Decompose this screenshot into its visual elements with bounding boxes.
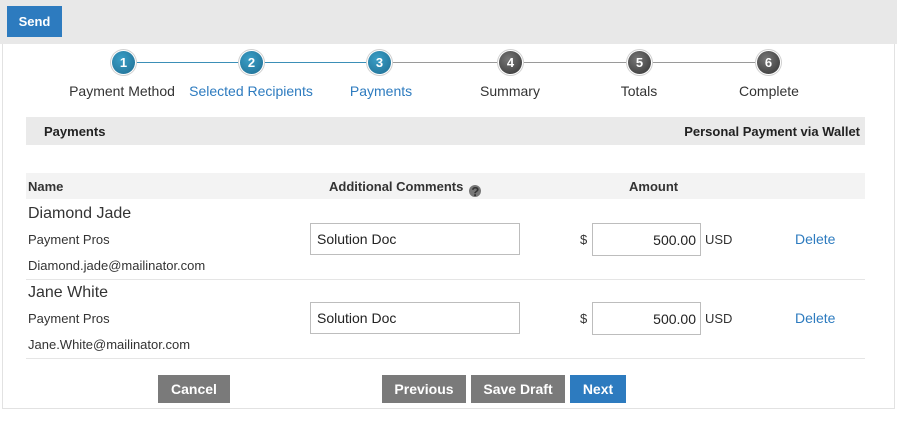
save-draft-button[interactable]: Save Draft bbox=[471, 375, 565, 403]
step-2-label[interactable]: Selected Recipients bbox=[176, 83, 326, 99]
recipient-email: Diamond.jade@mailinator.com bbox=[28, 258, 206, 273]
delete-link[interactable]: Delete bbox=[795, 310, 835, 326]
step-4-circle: 4 bbox=[499, 51, 522, 74]
table-row: Jane White Payment Pros Jane.White@maili… bbox=[26, 279, 865, 359]
comment-input[interactable] bbox=[310, 302, 520, 334]
currency-symbol: $ bbox=[580, 311, 588, 326]
top-toolbar: Send bbox=[0, 0, 897, 44]
recipient-company: Payment Pros bbox=[28, 311, 110, 326]
recipient-company: Payment Pros bbox=[28, 232, 110, 247]
next-button[interactable]: Next bbox=[570, 375, 626, 403]
step-5-label: Totals bbox=[620, 83, 658, 99]
previous-button[interactable]: Previous bbox=[382, 375, 466, 403]
table-header: Name Additional Comments? Amount bbox=[26, 173, 865, 199]
column-header-comments: Additional Comments? bbox=[329, 179, 482, 199]
column-header-amount: Amount bbox=[629, 179, 679, 194]
currency-code: USD bbox=[705, 232, 733, 247]
payment-type-label: Personal Payment via Wallet bbox=[684, 124, 860, 139]
section-title: Payments bbox=[44, 124, 106, 139]
step-1-circle: 1 bbox=[112, 51, 135, 74]
recipient-name: Diamond Jade bbox=[28, 205, 132, 222]
amount-input[interactable] bbox=[592, 223, 701, 256]
cancel-button[interactable]: Cancel bbox=[158, 375, 230, 403]
step-6-label: Complete bbox=[739, 83, 799, 99]
step-4-label: Summary bbox=[480, 83, 540, 99]
send-button[interactable]: Send bbox=[7, 6, 62, 37]
column-header-comments-label: Additional Comments bbox=[329, 179, 464, 194]
recipient-name: Jane White bbox=[28, 284, 109, 301]
step-3-label: Payments bbox=[349, 83, 413, 99]
step-2-circle: 2 bbox=[240, 51, 263, 74]
section-header: Payments Personal Payment via Wallet bbox=[26, 117, 865, 145]
currency-code: USD bbox=[705, 311, 733, 326]
step-5-circle: 5 bbox=[628, 51, 651, 74]
comment-input[interactable] bbox=[310, 223, 520, 255]
step-3-circle: 3 bbox=[368, 51, 391, 74]
table-row: Diamond Jade Payment Pros Diamond.jade@m… bbox=[26, 200, 865, 280]
step-connector-pending bbox=[380, 62, 769, 63]
step-1-label: Payment Method bbox=[69, 83, 175, 99]
amount-input[interactable] bbox=[592, 302, 701, 335]
recipient-email: Jane.White@mailinator.com bbox=[28, 337, 191, 352]
column-header-name: Name bbox=[28, 179, 64, 194]
step-6-circle: 6 bbox=[757, 51, 780, 74]
delete-link[interactable]: Delete bbox=[795, 231, 835, 247]
question-circle-icon[interactable]: ? bbox=[469, 184, 482, 199]
currency-symbol: $ bbox=[580, 232, 588, 247]
